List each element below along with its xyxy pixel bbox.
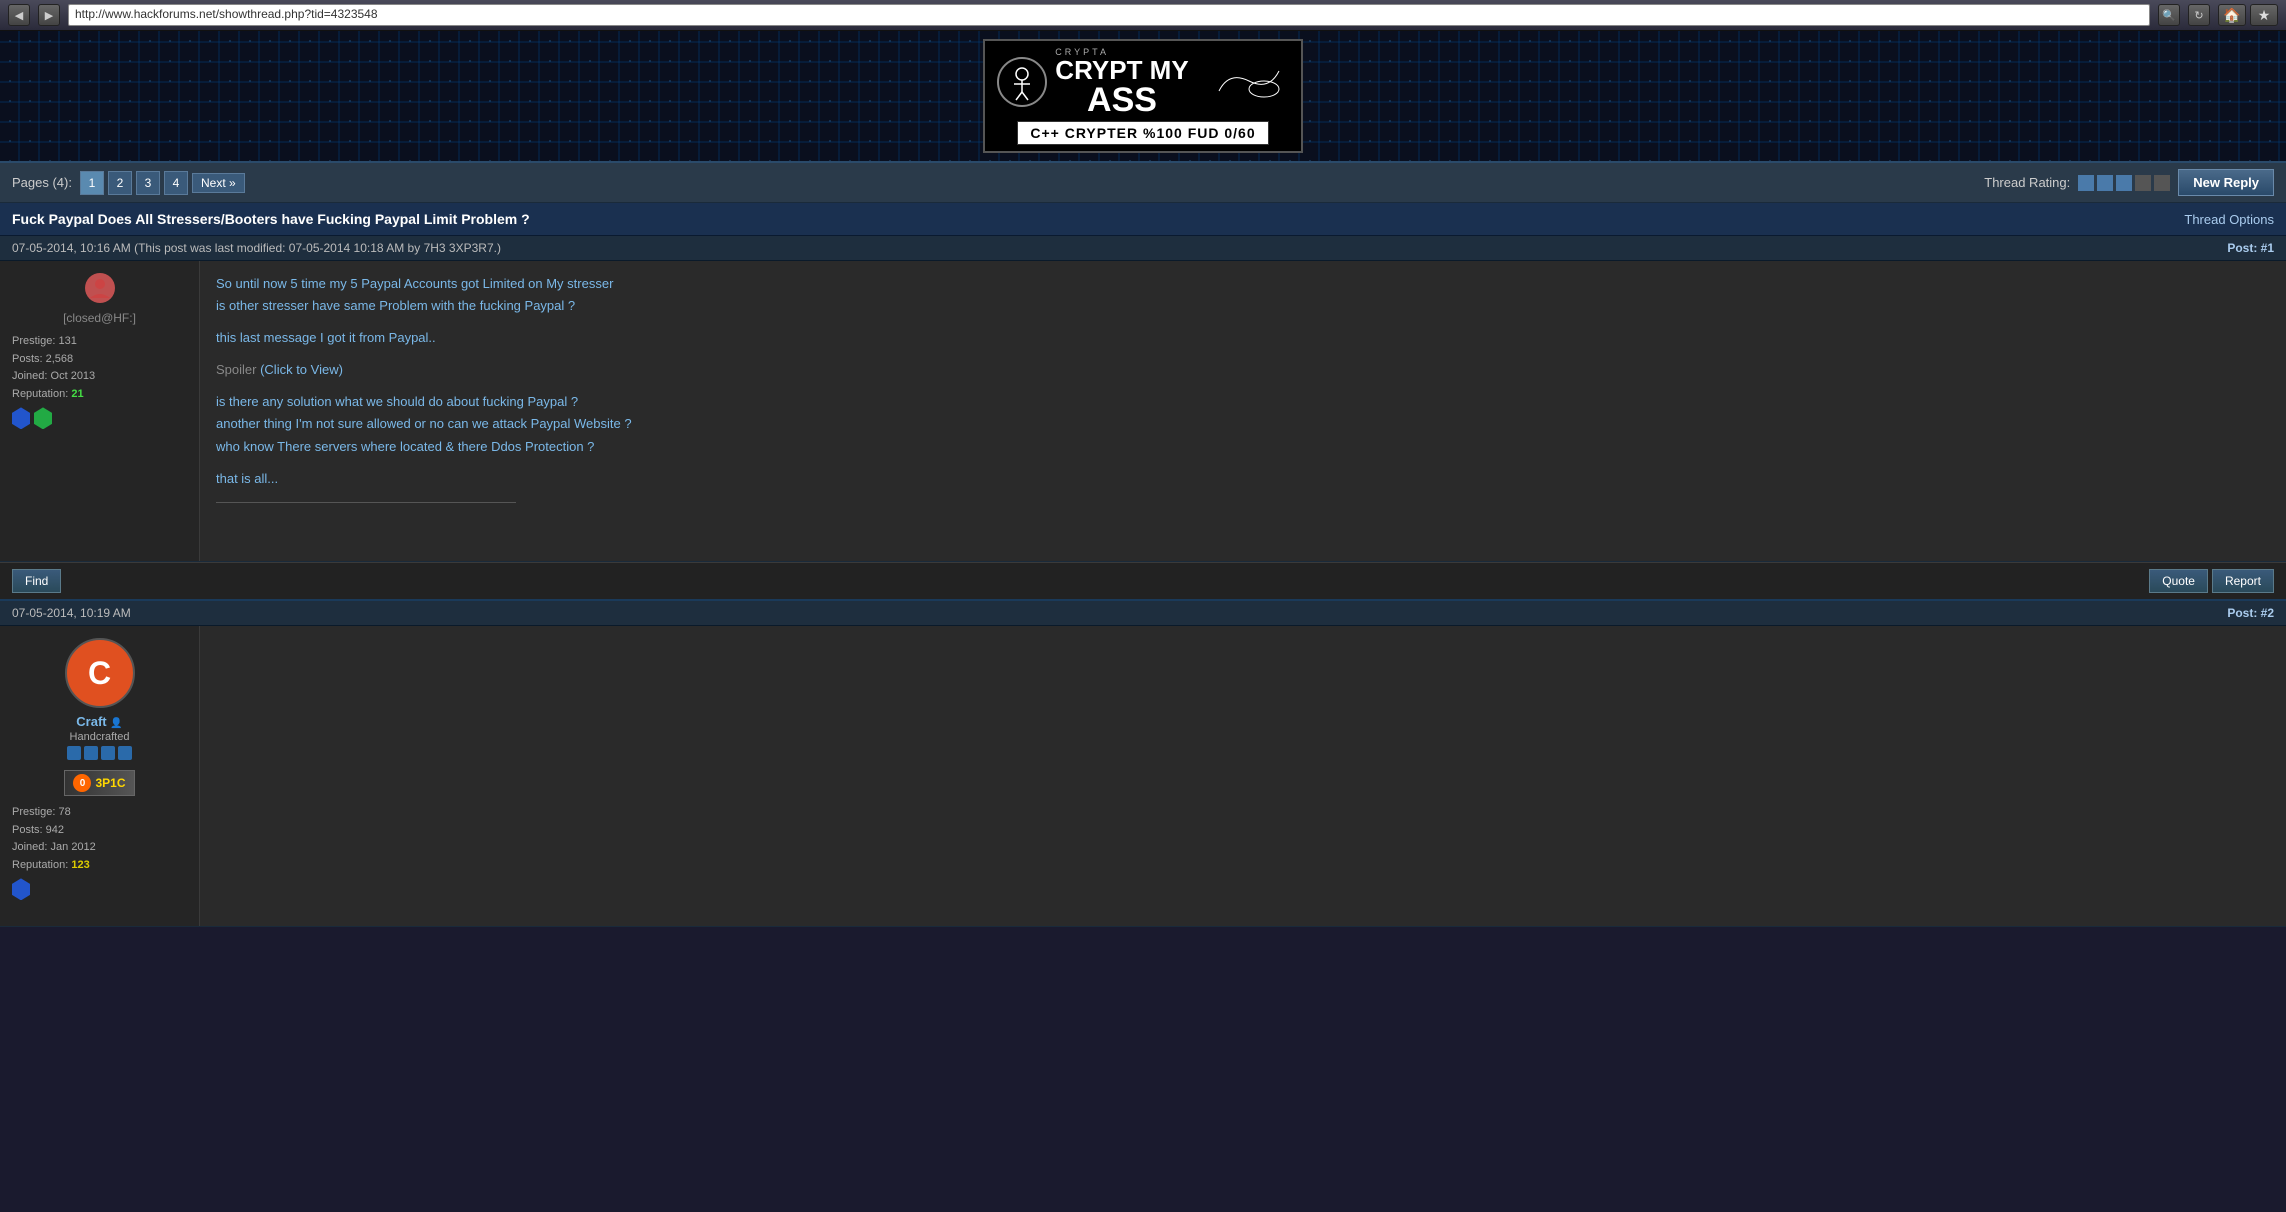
page-1-button[interactable]: 1 — [80, 171, 104, 195]
page-4-button[interactable]: 4 — [164, 171, 188, 195]
zero-badge-icon: 0 — [73, 774, 91, 792]
banner-subtitle: C++ CRYPTER %100 FUD 0/60 — [1017, 121, 1268, 145]
post-2-avatar: C — [65, 638, 135, 708]
shield-green-icon — [34, 407, 52, 429]
post-1-line4: that is all... — [216, 468, 2270, 490]
post-1-text: So until now 5 time my 5 Paypal Accounts… — [216, 273, 2270, 490]
rank-dot-2 — [84, 746, 98, 760]
rating-box-2 — [2097, 175, 2113, 191]
post-2-user-panel: C Craft 👤 Handcrafted 0 3P1C Prestige: — [0, 626, 200, 926]
forward-button[interactable]: ▶ — [38, 4, 60, 26]
find-button[interactable]: Find — [12, 569, 61, 593]
post-separator — [216, 502, 516, 503]
post-1-stats: Prestige: 131 Posts: 2,568 Joined: Oct 2… — [12, 333, 187, 429]
post-1-timestamp: 07-05-2014, 10:16 AM (This post was last… — [12, 241, 501, 255]
post-1-body: [closed@HF:] Prestige: 131 Posts: 2,568 … — [0, 261, 2286, 562]
user-online-icon: 👤 — [110, 718, 122, 729]
post-2-content — [200, 626, 2286, 926]
rating-box-1 — [2078, 175, 2094, 191]
rating-box-4 — [2135, 175, 2151, 191]
post-1-badge-icons — [12, 407, 187, 429]
shield-blue-icon — [12, 407, 30, 429]
post-2-epic-badge-area: 0 3P1C — [12, 766, 187, 796]
post-1-username: [closed@HF:] — [12, 311, 187, 325]
home-button[interactable]: 🏠 — [2218, 4, 2246, 26]
post-1-actions: Quote Report — [2149, 569, 2274, 593]
post-2-number: Post: #2 — [2227, 606, 2274, 620]
post-1-content: So until now 5 time my 5 Paypal Accounts… — [200, 261, 2286, 561]
pages-label: Pages (4): — [12, 175, 72, 190]
spoiler-click-to-view[interactable]: (Click to View) — [260, 362, 343, 377]
post-1-line3: is there any solution what we should do … — [216, 391, 2270, 457]
post-1-prestige: Prestige: 131 — [12, 333, 187, 351]
star-button[interactable]: ★ — [2250, 4, 2278, 26]
post-1-container: 07-05-2014, 10:16 AM (This post was last… — [0, 236, 2286, 599]
post-2-username: Craft 👤 — [12, 714, 187, 729]
rank-dot-3 — [101, 746, 115, 760]
search-button[interactable]: 🔍 — [2158, 4, 2180, 26]
post-1-line2: this last message I got it from Paypal.. — [216, 327, 2270, 349]
rank-dot-4 — [118, 746, 132, 760]
address-bar[interactable]: http://www.hackforums.net/showthread.php… — [68, 4, 2150, 26]
shield-blue-icon-2 — [12, 878, 30, 900]
post-2-header: 07-05-2014, 10:19 AM Post: #2 — [0, 599, 2286, 626]
post-2-body: C Craft 👤 Handcrafted 0 3P1C Prestige: — [0, 626, 2286, 927]
banner-title1: CRYPT MY ASS — [1055, 57, 1188, 117]
banner-logo-circle — [997, 57, 1047, 107]
rank-dot-1 — [67, 746, 81, 760]
post-2-timestamp: 07-05-2014, 10:19 AM — [12, 606, 131, 620]
page-3-button[interactable]: 3 — [136, 171, 160, 195]
post-1-avatar-area — [12, 273, 187, 303]
thread-options-button[interactable]: Thread Options — [2184, 212, 2274, 227]
epic-text: 3P1C — [95, 776, 125, 790]
banner-image: CRYPTA CRYPT MY ASS C++ CRYPTER %100 FUD… — [983, 39, 1302, 153]
quote-button[interactable]: Quote — [2149, 569, 2208, 593]
browser-chrome: ◀ ▶ http://www.hackforums.net/showthread… — [0, 0, 2286, 31]
post-1-spoiler: Spoiler (Click to View) — [216, 359, 2270, 381]
spoiler-label: Spoiler — [216, 362, 256, 377]
post-1-reputation: Reputation: 21 — [12, 386, 187, 404]
post-2-posts: Posts: 942 — [12, 822, 187, 840]
post-1-number: Post: #1 — [2227, 241, 2274, 255]
post-1-line1: So until now 5 time my 5 Paypal Accounts… — [216, 273, 2270, 317]
post-2-badge-icons — [12, 878, 187, 900]
post-1-joined: Joined: Oct 2013 — [12, 368, 187, 386]
post-2-container: 07-05-2014, 10:19 AM Post: #2 C Craft 👤 … — [0, 599, 2286, 927]
refresh-button[interactable]: ↻ — [2188, 4, 2210, 26]
banner-area: CRYPTA CRYPT MY ASS C++ CRYPTER %100 FUD… — [0, 31, 2286, 163]
rating-box-5 — [2154, 175, 2170, 191]
thread-title-bar: Fuck Paypal Does All Stressers/Booters h… — [0, 203, 2286, 236]
epic-badge: 0 3P1C — [64, 770, 134, 796]
post-1-header: 07-05-2014, 10:16 AM (This post was last… — [0, 236, 2286, 261]
post-2-rank-dots — [12, 746, 187, 760]
post-2-stats: Prestige: 78 Posts: 942 Joined: Jan 2012… — [12, 804, 187, 900]
rating-box-3 — [2116, 175, 2132, 191]
post-2-rep-value: 123 — [71, 859, 89, 871]
pagination: Pages (4): 1 2 3 4 Next » — [12, 171, 245, 195]
post-2-prestige: Prestige: 78 — [12, 804, 187, 822]
thread-title: Fuck Paypal Does All Stressers/Booters h… — [12, 211, 530, 227]
page-2-button[interactable]: 2 — [108, 171, 132, 195]
new-reply-button[interactable]: New Reply — [2178, 169, 2274, 196]
back-button[interactable]: ◀ — [8, 4, 30, 26]
post-2-joined: Joined: Jan 2012 — [12, 839, 187, 857]
post-1-avatar — [85, 273, 115, 303]
rating-boxes — [2078, 175, 2170, 191]
report-button[interactable]: Report — [2212, 569, 2274, 593]
thread-rating-label: Thread Rating: — [1984, 175, 2070, 190]
post-1-posts: Posts: 2,568 — [12, 351, 187, 369]
post-1-user-panel: [closed@HF:] Prestige: 131 Posts: 2,568 … — [0, 261, 200, 561]
post-1-rep-value: 21 — [71, 388, 83, 400]
next-page-button[interactable]: Next » — [192, 173, 245, 193]
post-2-user-title: Handcrafted — [12, 731, 187, 743]
thread-rating-area: Thread Rating: New Reply — [1984, 169, 2274, 196]
post-1-footer: Find Quote Report — [0, 562, 2286, 599]
post-2-reputation: Reputation: 123 — [12, 857, 187, 875]
page-header: Pages (4): 1 2 3 4 Next » Thread Rating:… — [0, 163, 2286, 203]
